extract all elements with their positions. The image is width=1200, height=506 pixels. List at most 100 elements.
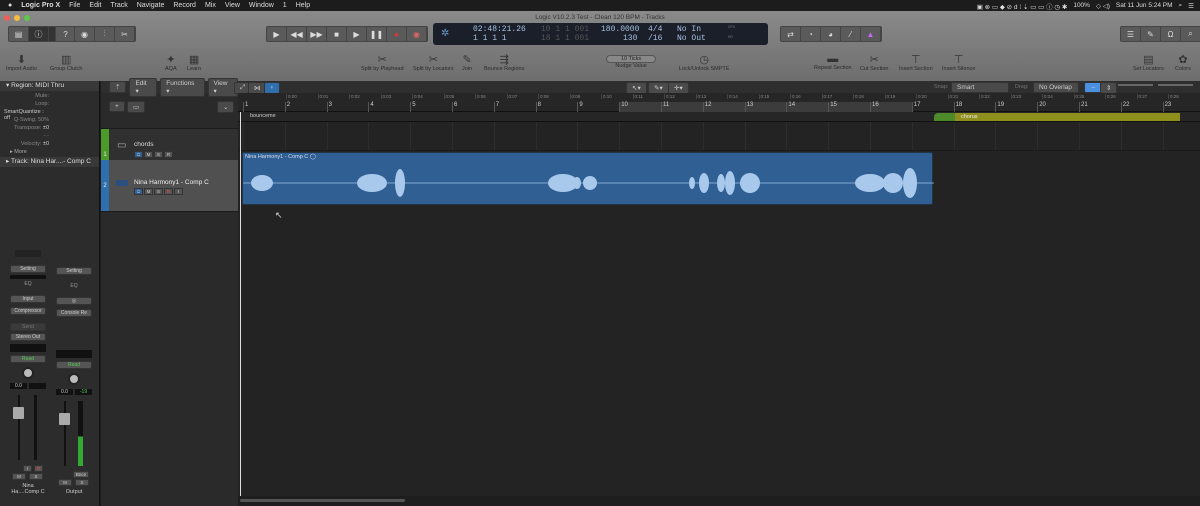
track-mute-button[interactable]: M [144, 188, 153, 195]
track-solo-button[interactable]: S [154, 151, 163, 158]
notepad-icon[interactable]: ✎ [1141, 27, 1161, 41]
solo-button[interactable]: S [75, 479, 89, 486]
menu-navigate[interactable]: Navigate [137, 2, 165, 9]
lock-smpte-button[interactable]: ◷ Lock/Unlock SMPTE [679, 53, 729, 72]
automation-mode[interactable]: Read [10, 355, 46, 363]
add-track-button[interactable]: + [109, 101, 125, 112]
input-monitor-button[interactable]: I [23, 465, 32, 472]
global-tracks-button[interactable]: ⌄ [217, 101, 235, 113]
autopunch-icon[interactable]: ◔ [801, 27, 821, 41]
insert-silence-button[interactable]: ⊤ Insert Silence [942, 53, 975, 72]
vertical-zoom-slider[interactable] [1118, 84, 1153, 86]
nudge-value[interactable]: 10 Ticks Nudge Value [606, 55, 657, 69]
scrollbar-thumb[interactable] [240, 499, 405, 502]
more-disclosure[interactable]: ▸ More [0, 149, 99, 155]
editors-icon[interactable]: ✂ [115, 27, 135, 41]
setting-button[interactable]: Setting [10, 265, 46, 273]
loop-row[interactable]: Loop: [0, 101, 99, 109]
inspector-icon[interactable]: ⓘ [29, 27, 49, 41]
wifi-icon[interactable]: ◇ ◁) [1096, 2, 1110, 10]
spotlight-icon[interactable]: ⌕ [1179, 2, 1183, 10]
set-locators-button[interactable]: ▤ Set Locators [1133, 53, 1164, 72]
metronome-icon[interactable]: ▲ [861, 27, 881, 41]
marker-bounceme[interactable]: bounceme [250, 113, 276, 119]
menu-edit[interactable]: Edit [89, 2, 101, 9]
pan-knob[interactable] [68, 373, 80, 385]
track-inspector-header[interactable]: ▸ Track: Nina Har....- Comp C [0, 157, 99, 167]
mute-button[interactable]: M [58, 479, 72, 486]
back-button[interactable]: ⇡ [109, 81, 127, 93]
bounce-regions-button[interactable]: ⇶ Bounce Regions [484, 53, 524, 72]
mute-button[interactable]: M [12, 473, 26, 480]
track-mute-button[interactable]: M [144, 151, 153, 158]
repeat-section-button[interactable]: ▬ Repeat Section [814, 53, 852, 71]
go-to-start-icon[interactable]: ▶ [267, 27, 287, 41]
lcd-settings-icon[interactable]: ✲ [441, 28, 449, 40]
eq-display[interactable]: EQ [10, 281, 46, 293]
track-on-button[interactable]: ⏻ [134, 188, 143, 195]
clock[interactable]: Sat 11 Jun 5:24 PM [1116, 2, 1173, 9]
mixer-icon[interactable]: ⫶ [95, 27, 115, 41]
menu-track[interactable]: Track [110, 2, 127, 9]
volume-readout[interactable]: 0.0 [56, 389, 73, 395]
marker-chorus[interactable]: chorus [955, 113, 1180, 121]
pause-icon[interactable]: ❚❚ [367, 27, 387, 41]
lcd-division[interactable]: /16 [648, 34, 662, 43]
marker-chorus-start[interactable] [934, 113, 955, 121]
ruler[interactable]: 1 2 3 4 5 6 7 8 9 10 11 12 13 14 15 16 17 18 19 20 21 22 23 0:0… [238, 93, 1200, 112]
send-slot[interactable]: Send [10, 323, 46, 331]
track-name[interactable]: chords [134, 141, 154, 148]
group-clutch-button[interactable]: ▥ Group Clutch [50, 53, 82, 72]
record-icon[interactable]: ● [387, 27, 407, 41]
join-button[interactable]: ✎ Join [462, 53, 472, 72]
split-by-locators-button[interactable]: ✂ Split by Locators [413, 53, 454, 72]
output-slot[interactable]: Stereo Out [10, 333, 46, 341]
loop-browser-icon[interactable]: Ω [1161, 27, 1181, 41]
split-by-playhead-button[interactable]: ✂ Split by Playhead [361, 53, 404, 72]
transpose-row[interactable]: Transpose: ±0 [0, 125, 99, 133]
playhead[interactable] [240, 112, 241, 506]
region-inspector-header[interactable]: ▾ Region: MIDI Thru [0, 81, 99, 91]
replace-record-icon[interactable]: ◉ [407, 27, 427, 41]
insert-section-button[interactable]: ⊤ Insert Section [899, 53, 933, 72]
smart-controls-icon[interactable]: ◉ [75, 27, 95, 41]
horizontal-scrollbar[interactable] [238, 496, 1200, 506]
track-solo-button[interactable]: S [154, 188, 163, 195]
snap-select[interactable]: Smart [951, 82, 1009, 93]
apple-menu-icon[interactable]: ● [8, 2, 12, 9]
menu-1[interactable]: 1 [283, 2, 287, 9]
menu-window[interactable]: Window [249, 2, 274, 9]
menu-app[interactable]: Logic Pro X [21, 2, 60, 9]
cycle-icon[interactable]: ⇄ [781, 27, 801, 41]
forward-icon[interactable]: ▶▶ [307, 27, 327, 41]
track-lanes[interactable]: Nina Harmony1 - Comp C ◯ ↖ [238, 122, 1200, 482]
volume-fader[interactable] [13, 407, 24, 419]
tuner-icon[interactable]: ⁄ [841, 27, 861, 41]
library-icon[interactable]: ▤ [9, 27, 29, 41]
eq-display[interactable]: EQ [56, 283, 92, 295]
horizontal-zoom-slider[interactable] [1158, 84, 1193, 86]
mute-row[interactable]: Mute: [0, 93, 99, 101]
menu-help[interactable]: Help [296, 2, 310, 9]
solo-button[interactable]: S [29, 473, 43, 480]
plugin-slot-compressor[interactable]: Compressor [10, 307, 46, 315]
lcd-tempo[interactable]: 180.0000 [601, 25, 639, 34]
track-record-button[interactable]: R [164, 151, 173, 158]
status-icons[interactable]: ▣ ⊗ ▭ ◆ ⊘ d ⁞ ⇣ ▭ ▭ ⓘ ◷ ✱ [977, 1, 1068, 11]
learn-button[interactable]: ▦ Learn [187, 53, 201, 72]
pan-knob[interactable] [22, 367, 34, 379]
record-enable-button[interactable]: R [34, 465, 43, 472]
channel-name[interactable]: Nina Ha....Comp C [8, 483, 48, 495]
drag-select[interactable]: No Overlap [1033, 82, 1079, 93]
replace-icon[interactable]: ◕ [821, 27, 841, 41]
stereo-link-button[interactable]: ◎ [56, 297, 92, 305]
nudge-value-field[interactable]: 10 Ticks [606, 55, 657, 63]
smart-quantize-row[interactable]: SmartQuantize : off [0, 109, 99, 121]
menu-mix[interactable]: Mix [205, 2, 216, 9]
menu-record[interactable]: Record [173, 2, 196, 9]
import-audio-button[interactable]: ⬇ Import Audio [6, 53, 37, 72]
lcd-display[interactable]: ✲ 02:48:21.26 1 1 1 1 10 1 1 001 18 1 1 … [433, 23, 768, 45]
audio-region[interactable]: Nina Harmony1 - Comp C ◯ [242, 152, 934, 205]
input-slot[interactable]: Input [10, 295, 46, 303]
track-input-monitor-button[interactable]: I [174, 188, 183, 195]
